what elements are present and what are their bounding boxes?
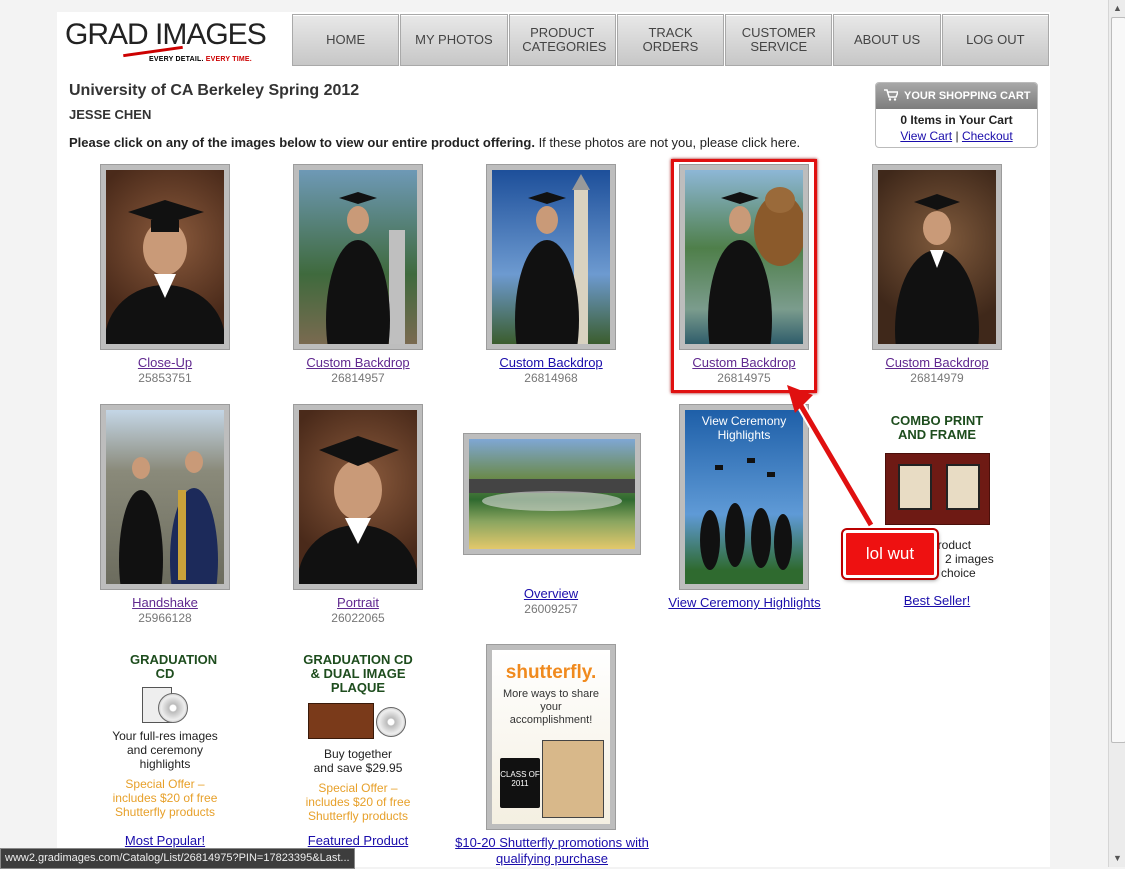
main-nav: HOME MY PHOTOS PRODUCT CATEGORIES TRACK … <box>292 14 1049 66</box>
portrait-photo-icon <box>106 170 224 344</box>
photo-caption[interactable]: Handshake <box>100 595 230 610</box>
handshake-figures <box>119 451 218 584</box>
featured-product-link[interactable]: Featured Product <box>293 833 423 848</box>
photo-number: 26814957 <box>331 371 385 385</box>
portrait-photo-icon <box>878 170 996 344</box>
photo-thumbnail[interactable] <box>293 164 423 350</box>
gradimages-logo[interactable]: GRAD IMAGES EVERY DETAIL. EVERY TIME. <box>63 16 283 68</box>
photo-caption[interactable]: Portrait <box>293 595 423 610</box>
plaque-image-icon <box>308 701 408 739</box>
vertical-scrollbar[interactable]: ▲ ▼ <box>1108 0 1125 867</box>
scroll-down-icon[interactable]: ▼ <box>1109 850 1125 867</box>
photo-number: 26022065 <box>331 611 385 625</box>
campanile-photo-icon <box>492 170 610 344</box>
nav-my-photos[interactable]: MY PHOTOS <box>400 14 508 66</box>
photo-number: 26814968 <box>524 371 578 385</box>
grad-photo-card <box>542 740 604 818</box>
shutterfly-ad-image: shutterfly. More ways to share your acco… <box>492 650 610 824</box>
photo-number: 26009257 <box>524 602 578 616</box>
ceremony-link[interactable]: View Ceremony Highlights <box>662 595 827 610</box>
mug-icon: CLASS OF 2011 <box>500 758 540 808</box>
photo-thumbnail[interactable] <box>100 164 230 350</box>
portrait-photo-icon <box>299 410 417 584</box>
most-popular-link[interactable]: Most Popular! <box>100 833 230 848</box>
graduate-figure <box>515 174 590 344</box>
graduation-cd-offer: Special Offer – includes $20 of free Shu… <box>112 777 218 819</box>
graduate-figure <box>106 200 224 344</box>
cart-item-count: 0 Items in Your Cart <box>900 113 1013 127</box>
photo-number: 25853751 <box>138 371 192 385</box>
photo-caption[interactable]: Custom Backdrop <box>486 355 616 370</box>
photo-number: 26814979 <box>910 371 964 385</box>
plaque-title: GRADUATION CD & DUAL IMAGE PLAQUE <box>303 652 413 695</box>
cd-case-icon <box>142 687 188 723</box>
campus-gate-photo-icon <box>299 170 417 344</box>
shopping-cart-box: YOUR SHOPPING CART 0 Items in Your Cart … <box>875 82 1038 148</box>
customer-name: JESSE CHEN <box>69 107 152 122</box>
scrollbar-thumb[interactable] <box>1111 17 1125 743</box>
nav-track-orders[interactable]: TRACK ORDERS <box>616 14 725 66</box>
cart-header-label: YOUR SHOPPING CART <box>904 90 1031 102</box>
plaque-text: Buy together and save $29.95 <box>313 747 403 775</box>
cart-icon <box>884 88 900 104</box>
nav-home[interactable]: HOME <box>292 14 400 66</box>
handshake-photo-icon <box>106 410 224 584</box>
photo-caption[interactable]: Custom Backdrop <box>293 355 423 370</box>
graduation-cd-promo[interactable]: GRADUATION CD Your full-res images and c… <box>100 652 230 820</box>
best-seller-link[interactable]: Best Seller! <box>872 593 1002 608</box>
not-you-link[interactable]: If these photos are not you, please clic… <box>539 135 801 150</box>
shutterfly-link[interactable]: $10-20 Shutterfly promotions with qualif… <box>447 835 657 867</box>
nav-customer-service[interactable]: CUSTOMER SERVICE <box>725 14 833 66</box>
plaque-offer: Special Offer – includes $20 of free Shu… <box>305 781 411 823</box>
instruction-text: Please click on any of the images below … <box>69 135 800 150</box>
stadium-photo-icon <box>469 439 635 549</box>
nav-about-us[interactable]: ABOUT US <box>833 14 941 66</box>
logo-wordmark: GRAD IMAGES <box>65 18 267 51</box>
cart-header: YOUR SHOPPING CART <box>876 83 1037 109</box>
shutterfly-logo: shutterfly. <box>505 662 597 683</box>
page-container: GRAD IMAGES EVERY DETAIL. EVERY TIME. HO… <box>57 12 1050 867</box>
photo-thumbnail[interactable] <box>872 164 1002 350</box>
cart-links: View Cart | Checkout <box>876 129 1037 143</box>
graduate-figure <box>299 436 417 584</box>
photo-caption[interactable]: Close-Up <box>100 355 230 370</box>
nav-log-out[interactable]: LOG OUT <box>941 14 1049 66</box>
browser-status-bar: www2.gradimages.com/Catalog/List/2681497… <box>0 848 355 869</box>
photo-number: 25966128 <box>138 611 192 625</box>
page-title: University of CA Berkeley Spring 2012 <box>69 82 360 99</box>
graduate-figure <box>895 194 979 344</box>
annotation-highlight-box <box>671 159 817 393</box>
graduation-cd-title: GRADUATION CD <box>130 652 218 681</box>
shutterfly-promo[interactable]: shutterfly. More ways to share your acco… <box>486 644 616 830</box>
stadium-crowd <box>469 479 635 511</box>
cart-link-separator: | <box>955 129 959 143</box>
photo-thumbnail[interactable] <box>100 404 230 590</box>
logo-tagline: EVERY DETAIL. EVERY TIME. <box>149 56 252 63</box>
graduate-figure <box>326 192 405 344</box>
annotation-note: lol wut <box>843 530 937 578</box>
photo-thumbnail[interactable] <box>486 164 616 350</box>
nav-product-categories[interactable]: PRODUCT CATEGORIES <box>508 14 616 66</box>
checkout-link[interactable]: Checkout <box>962 129 1013 143</box>
photo-caption[interactable]: Custom Backdrop <box>872 355 1002 370</box>
shutterfly-text: More ways to share your accomplishment! <box>503 688 599 726</box>
photo-caption[interactable]: Overview <box>486 586 616 601</box>
view-cart-link[interactable]: View Cart <box>900 129 952 143</box>
instruction-bold: Please click on any of the images below … <box>69 135 535 150</box>
photo-thumbnail[interactable] <box>293 404 423 590</box>
scroll-up-icon[interactable]: ▲ <box>1109 0 1125 17</box>
photo-thumbnail[interactable] <box>463 433 641 555</box>
graduation-cd-text: Your full-res images and ceremony highli… <box>112 729 218 771</box>
graduation-plaque-promo[interactable]: GRADUATION CD & DUAL IMAGE PLAQUE Buy to… <box>293 652 423 824</box>
